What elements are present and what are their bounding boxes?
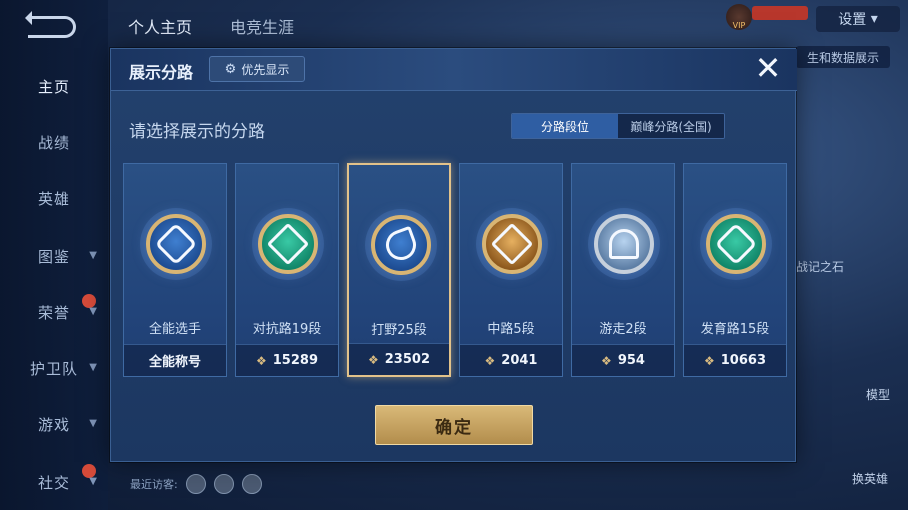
- lane-card-value: 全能称号: [124, 344, 226, 376]
- modal-subtitle: 请选择展示的分路: [129, 122, 265, 142]
- rank-gem-icon: ❖: [256, 353, 267, 368]
- nav-item-label: 战绩: [37, 133, 70, 152]
- lane-card-value: ❖ 15289: [236, 344, 338, 376]
- settings-label: 设置: [838, 12, 867, 28]
- lane-card-value-text: 2041: [501, 353, 538, 368]
- jungle-emblem-icon: [371, 215, 431, 275]
- nav-item-label: 主页: [37, 77, 70, 96]
- mid-lane-emblem-icon: [482, 214, 542, 274]
- chevron-down-icon: ▼: [89, 306, 98, 317]
- priority-label: 优先显示: [241, 62, 290, 77]
- recent-visitors: 最近访客:: [130, 474, 262, 494]
- nav-item-record[interactable]: 战绩: [0, 122, 108, 162]
- nav-item-label: 荣誉: [37, 303, 70, 322]
- avatar[interactable]: [241, 474, 262, 494]
- segment-lane-rank[interactable]: 分路段位: [512, 114, 618, 138]
- nav-item-guard[interactable]: 护卫队 ▼: [0, 348, 108, 388]
- swap-hero-button[interactable]: 换英雄: [852, 470, 888, 487]
- chevron-down-icon: ▾: [870, 11, 878, 27]
- stone-label: 战记之石: [796, 260, 845, 274]
- nav-item-social[interactable]: 社交 ▼: [0, 462, 108, 502]
- nav-item-label: 图鉴: [37, 247, 70, 266]
- avatar[interactable]: [185, 474, 206, 494]
- rank-gem-icon: ❖: [368, 352, 379, 367]
- lane-card-farm[interactable]: 发育路15段 ❖ 10663: [683, 163, 787, 377]
- lane-card-clash[interactable]: 对抗路19段 ❖ 15289: [235, 163, 339, 377]
- rank-gem-icon: ❖: [704, 353, 715, 368]
- nav-item-codex[interactable]: 图鉴 ▼: [0, 236, 108, 276]
- chevron-down-icon: ▼: [89, 476, 98, 487]
- nav-item-label: 英雄: [37, 189, 70, 208]
- data-display-label: 生和数据展示: [796, 46, 890, 68]
- priority-display-button[interactable]: ⚙ 优先显示: [209, 56, 305, 82]
- modal-header: 展示分路 ⚙ 优先显示 ✕: [111, 49, 797, 91]
- lane-card-name: 中路5段: [487, 322, 535, 337]
- lane-display-modal: 展示分路 ⚙ 优先显示 ✕ 请选择展示的分路 分路段位 巅峰分路(全国) 全能选…: [110, 48, 797, 462]
- lane-card-value-text: 954: [617, 353, 645, 368]
- lane-card-value-text: 23502: [384, 352, 430, 367]
- vip-avatar-icon[interactable]: VIP: [726, 4, 752, 30]
- back-arrow-icon[interactable]: [25, 11, 76, 38]
- nav-item-home[interactable]: 主页: [0, 66, 108, 106]
- model-button[interactable]: 模型: [862, 386, 894, 403]
- left-nav: 主页 战绩 英雄 图鉴 ▼ 荣誉 ▼ 护卫队 ▼ 游戏 ▼ 社交 ▼: [0, 0, 108, 510]
- nav-item-heroes[interactable]: 英雄: [0, 178, 108, 218]
- settings-button[interactable]: 设置 ▾: [816, 6, 900, 32]
- lane-cards: 全能选手 全能称号 对抗路19段 ❖ 15289 打野25段 ❖ 23502 中路5…: [123, 163, 787, 377]
- lane-card-value: ❖ 23502: [349, 343, 449, 375]
- lane-card-name: 对抗路19段: [252, 322, 322, 337]
- close-icon[interactable]: ✕: [751, 52, 785, 87]
- chevron-down-icon: ▼: [89, 250, 98, 261]
- roam-emblem-icon: [594, 214, 654, 274]
- avatar[interactable]: [213, 474, 234, 494]
- rank-gem-icon: ❖: [484, 353, 496, 368]
- tab-esports[interactable]: 电竞生涯: [230, 14, 294, 38]
- lane-card-allround[interactable]: 全能选手 全能称号: [123, 163, 227, 377]
- farm-lane-emblem-icon: [706, 214, 766, 274]
- recent-visitors-label: 最近访客:: [130, 478, 178, 491]
- vip-tag: [752, 6, 808, 20]
- gear-icon: ⚙: [224, 61, 237, 77]
- nav-item-honor[interactable]: 荣誉 ▼: [0, 292, 108, 332]
- segment-control: 分路段位 巅峰分路(全国): [511, 113, 725, 139]
- lane-card-roam[interactable]: 游走2段 ❖ 954: [571, 163, 675, 377]
- lane-card-value-text: 10663: [720, 353, 766, 368]
- lane-card-value: ❖ 10663: [684, 344, 786, 376]
- lane-card-value-text: 15289: [272, 353, 318, 368]
- lane-card-name: 全能选手: [148, 322, 201, 337]
- lane-card-mid[interactable]: 中路5段 ❖ 2041: [459, 163, 563, 377]
- lane-card-name: 发育路15段: [700, 322, 770, 337]
- clash-lane-emblem-icon: [258, 214, 318, 274]
- nav-item-label: 护卫队: [29, 359, 78, 378]
- confirm-button[interactable]: 确定: [375, 405, 533, 445]
- segment-peak-lane[interactable]: 巅峰分路(全国): [618, 114, 724, 138]
- nav-item-label: 游戏: [37, 415, 70, 434]
- lane-card-value-text: 全能称号: [148, 355, 201, 370]
- top-tabs: 个人主页 电竞生涯: [128, 14, 294, 38]
- rank-gem-icon: ❖: [601, 353, 612, 368]
- chevron-down-icon: ▼: [89, 362, 98, 373]
- lane-card-name: 打野25段: [371, 323, 427, 338]
- modal-title: 展示分路: [129, 63, 194, 82]
- lane-card-name: 游走2段: [599, 322, 647, 337]
- lane-card-value: ❖ 954: [572, 344, 674, 376]
- tab-profile[interactable]: 个人主页: [128, 14, 192, 38]
- chevron-down-icon: ▼: [89, 418, 98, 429]
- lane-card-value: ❖ 2041: [460, 344, 562, 376]
- nav-item-games[interactable]: 游戏 ▼: [0, 404, 108, 444]
- lane-card-jungle[interactable]: 打野25段 ❖ 23502: [347, 163, 451, 377]
- allround-emblem-icon: [146, 214, 206, 274]
- nav-item-label: 社交: [37, 473, 70, 492]
